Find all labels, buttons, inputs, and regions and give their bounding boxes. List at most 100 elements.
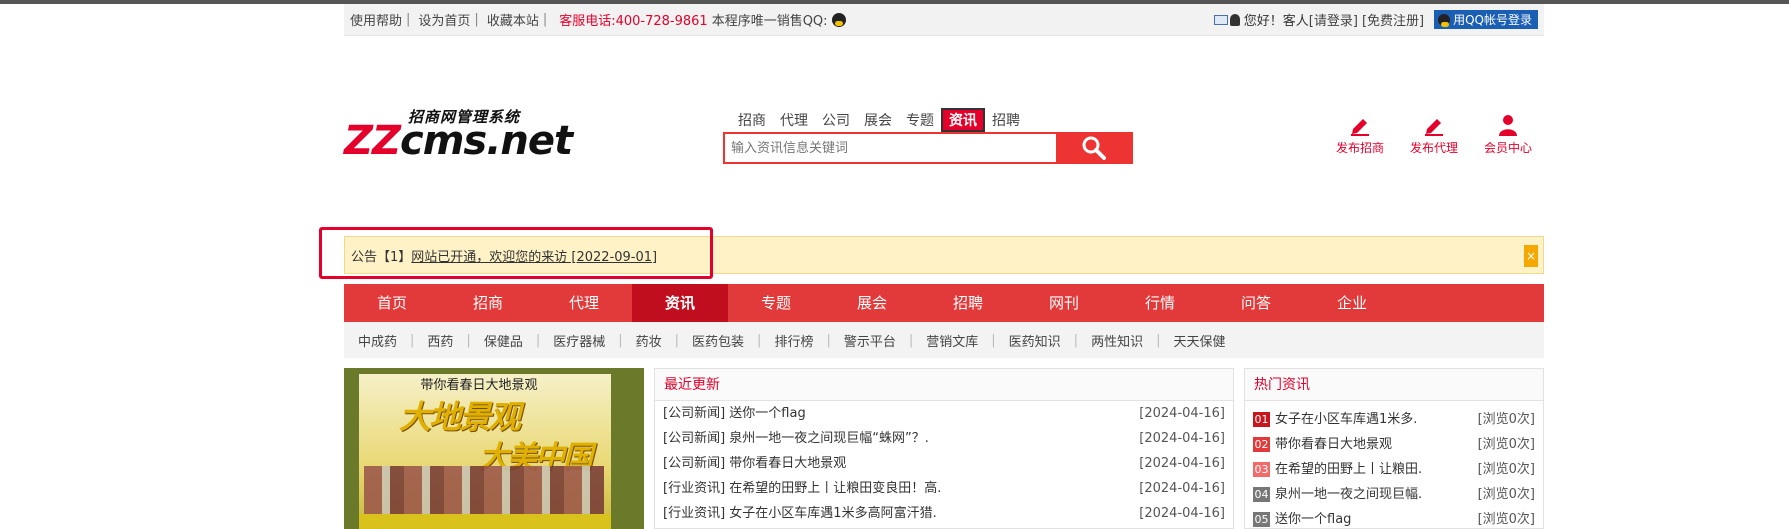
subnav-item[interactable]: 医药知识 (1009, 331, 1061, 350)
view-count: [浏览0次] (1477, 412, 1535, 427)
qq-sales-text: 本程序唯一销售QQ: (711, 14, 828, 29)
hot-row[interactable]: 05 送你一个flag [浏览0次] (1245, 507, 1543, 529)
hot-news-title: 热门资讯 (1245, 369, 1543, 401)
search-tabs: 招商 代理 公司 展会 专题 资讯 招聘 (731, 108, 1027, 132)
rank-badge: 02 (1253, 437, 1270, 452)
greeting-text: 您好！客人 (1243, 14, 1309, 29)
nav-jobs[interactable]: 招聘 (920, 284, 1016, 322)
news-row[interactable]: [行业资讯] 女子在小区车库遇1米多高阿富汗猎. [2024-04-16] (655, 501, 1233, 526)
divider: | (757, 332, 762, 348)
main-nav: 首页 招商 代理 资讯 专题 展会 招聘 网刊 行情 问答 企业 (344, 284, 1544, 322)
nav-exhibitions[interactable]: 展会 (824, 284, 920, 322)
news-title[interactable]: 带你看春日大地景观 (729, 456, 846, 471)
nav-companies[interactable]: 企业 (1304, 284, 1400, 322)
news-date: [2024-04-16] (1139, 506, 1225, 521)
subnav-item[interactable]: 排行榜 (774, 331, 813, 350)
quick-links: 发布招商 发布代理 会员中心 (1334, 114, 1534, 156)
subnav-item[interactable]: 营销文库 (926, 331, 978, 350)
banner-caption[interactable]: 带你看春日大地景观 (344, 374, 614, 393)
nav-news[interactable]: 资讯 (632, 284, 728, 322)
search-tab-daili[interactable]: 代理 (773, 108, 815, 132)
nav-investment[interactable]: 招商 (440, 284, 536, 322)
news-row[interactable]: [公司新闻] 泉州一地一夜之间现巨幅“蛛网”？. [2024-04-16] (655, 426, 1233, 451)
qq-icon[interactable] (831, 12, 846, 27)
nav-home[interactable]: 首页 (344, 284, 440, 322)
divider: | (826, 332, 831, 348)
qq-icon (1438, 13, 1451, 27)
close-icon[interactable]: × (1524, 245, 1538, 267)
banner-field-art (359, 514, 611, 529)
search-tab-zhaoshang[interactable]: 招商 (731, 108, 773, 132)
user-icon (1229, 13, 1240, 26)
nav-topics[interactable]: 专题 (728, 284, 824, 322)
view-count: [浏览0次] (1477, 512, 1535, 527)
site-logo[interactable]: 招商网管理系统 ZZcms.net (344, 106, 573, 166)
subnav-item[interactable]: 天天保健 (1173, 331, 1225, 350)
logo-brand-prefix: ZZ (344, 118, 401, 164)
search-tab-topic[interactable]: 专题 (899, 108, 941, 132)
hot-title[interactable]: 泉州一地一夜之间现巨幅. (1275, 482, 1422, 507)
news-title[interactable]: 在希望的田野上丨让粮田变良田！高. (729, 481, 941, 496)
utility-right: 您好！客人 [请登录] [免费注册] 用QQ帐号登录 (1213, 10, 1538, 29)
hotline-text: 客服电话:400-728-9861 (559, 14, 708, 29)
rank-badge: 01 (1253, 412, 1270, 427)
announcement-link[interactable]: 网站已开通，欢迎您的来访 [2022-09-01] (411, 246, 657, 265)
register-link[interactable]: [免费注册] (1362, 10, 1424, 29)
news-title[interactable]: 女子在小区车库遇1米多高阿富汗猎. (729, 506, 936, 521)
news-row[interactable]: [行业资讯] 在希望的田野上丨让粮田变良田！高. [2024-04-16] (655, 476, 1233, 501)
search-button[interactable] (1056, 134, 1131, 162)
divider: | (674, 332, 680, 348)
nav-agency[interactable]: 代理 (536, 284, 632, 322)
search-input[interactable] (725, 134, 1056, 162)
member-center-link[interactable]: 会员中心 (1482, 114, 1534, 156)
login-link[interactable]: [请登录] (1309, 10, 1358, 29)
search-tab-exhibition[interactable]: 展会 (857, 108, 899, 132)
search-tab-news[interactable]: 资讯 (941, 108, 985, 132)
subnav-item[interactable]: 警示平台 (844, 331, 896, 350)
news-row[interactable]: [公司新闻] 带你看春日大地景观 [2024-04-16] (655, 451, 1233, 476)
hot-row[interactable]: 03 在希望的田野上丨让粮田. [浏览0次] (1245, 457, 1543, 482)
subnav-item[interactable]: 医药包装 (692, 331, 744, 350)
news-title[interactable]: 泉州一地一夜之间现巨幅“蛛网”？. (729, 431, 929, 446)
hot-title[interactable]: 女子在小区车库遇1米多. (1275, 407, 1417, 432)
subnav-item[interactable]: 西药 (427, 331, 453, 350)
subnav-item[interactable]: 中成药 (358, 331, 397, 350)
set-home-link[interactable]: 设为首页 (418, 10, 470, 29)
hot-row[interactable]: 04 泉州一地一夜之间现巨幅. [浏览0次] (1245, 482, 1543, 507)
search-box (723, 132, 1133, 164)
logo-wordmark: ZZcms.net (344, 118, 573, 164)
divider: | (410, 332, 415, 348)
nav-qa[interactable]: 问答 (1208, 284, 1304, 322)
news-row[interactable]: [公司新闻] 送你一个flag [2024-04-16] (655, 401, 1233, 426)
rank-badge: 05 (1253, 512, 1270, 527)
search-tab-company[interactable]: 公司 (815, 108, 857, 132)
news-category: [行业资讯] (663, 481, 726, 496)
subnav-item[interactable]: 两性知识 (1091, 331, 1143, 350)
post-investment-link[interactable]: 发布招商 (1334, 114, 1386, 156)
search-icon (1082, 136, 1106, 160)
hot-news-panel: 热门资讯 01 女子在小区车库遇1米多. [浏览0次] 02 带你看春日大地景观 [浏览… (1244, 368, 1544, 529)
nav-ezine[interactable]: 网刊 (1016, 284, 1112, 322)
subnav-item[interactable]: 药妆 (636, 331, 662, 350)
hot-row[interactable]: 02 带你看春日大地景观 [浏览0次] (1245, 432, 1543, 457)
subnav-item[interactable]: 保健品 (484, 331, 523, 350)
divider: | (466, 332, 471, 348)
hot-row[interactable]: 01 女子在小区车库遇1米多. [浏览0次] (1245, 407, 1543, 432)
content-area: 大地景观 大美中国 带你看春日大地景观 最近更新 [公司新闻] 送你一个flag… (344, 368, 1544, 529)
subnav-item[interactable]: 医疗器械 (553, 331, 605, 350)
hot-title[interactable]: 带你看春日大地景观 (1275, 432, 1392, 457)
banner-image: 大地景观 大美中国 (359, 374, 611, 529)
favorite-link[interactable]: 收藏本站 (487, 10, 539, 29)
member-center-label: 会员中心 (1483, 141, 1532, 155)
post-agency-link[interactable]: 发布代理 (1408, 114, 1460, 156)
hot-title[interactable]: 在希望的田野上丨让粮田. (1275, 457, 1422, 482)
mail-icon[interactable] (1213, 14, 1228, 25)
help-link[interactable]: 使用帮助 (350, 10, 402, 29)
nav-market[interactable]: 行情 (1112, 284, 1208, 322)
search-tab-jobs[interactable]: 招聘 (985, 108, 1027, 132)
news-date: [2024-04-16] (1139, 456, 1225, 471)
qq-login-button[interactable]: 用QQ帐号登录 (1434, 10, 1538, 29)
hot-title[interactable]: 送你一个flag (1275, 507, 1351, 529)
news-title[interactable]: 送你一个flag (729, 406, 805, 421)
featured-banner[interactable]: 大地景观 大美中国 带你看春日大地景观 (344, 368, 644, 529)
